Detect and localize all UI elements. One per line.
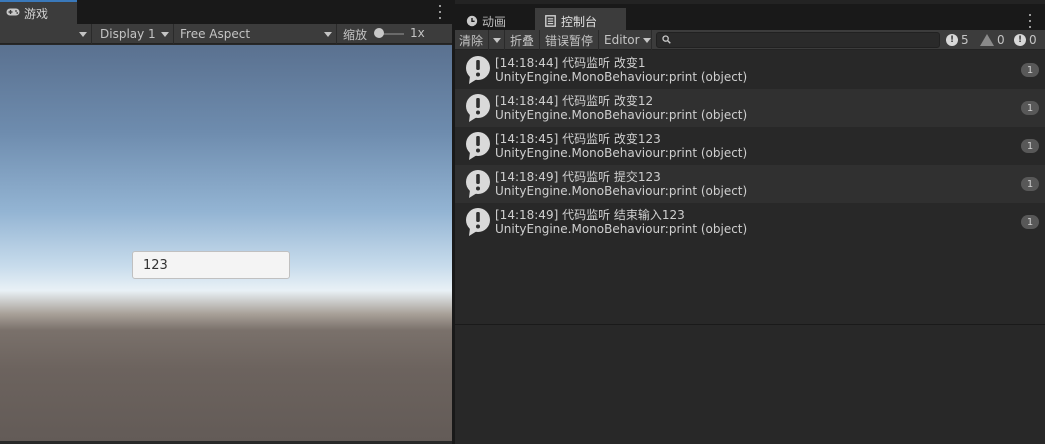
console-more-options-icon[interactable] xyxy=(1028,14,1032,28)
gamepad-icon xyxy=(6,6,20,20)
zoom-value: 1x xyxy=(410,26,425,40)
info-message-icon xyxy=(464,55,492,85)
zoom-label: 缩放 xyxy=(343,28,368,42)
tab-game[interactable]: 游戏 xyxy=(0,0,77,24)
game-viewport: 123 xyxy=(0,45,452,441)
chevron-down-icon xyxy=(642,37,651,43)
chevron-down-icon xyxy=(324,32,332,37)
log-count-badge: 1 xyxy=(1021,215,1039,229)
chevron-down-icon xyxy=(492,37,501,43)
info-count-toggle[interactable]: ! 5 xyxy=(946,30,969,50)
warning-count: 0 xyxy=(997,33,1005,47)
log-detail-area xyxy=(455,325,1045,444)
log-stack-trace: UnityEngine.MonoBehaviour:print (object) xyxy=(495,222,748,236)
console-log-list: [14:18:44] 代码监听 改变1 UnityEngine.MonoBeha… xyxy=(455,51,1045,324)
chevron-down-icon xyxy=(79,32,87,37)
log-entry[interactable]: [14:18:45] 代码监听 改变123 UnityEngine.MonoBe… xyxy=(455,127,1045,165)
editor-dropdown-label: Editor xyxy=(604,33,640,47)
collapse-toggle-label: 折叠 xyxy=(510,33,535,48)
info-count: 5 xyxy=(961,33,969,47)
log-stack-trace: UnityEngine.MonoBehaviour:print (object) xyxy=(495,70,748,84)
log-count-badge: 1 xyxy=(1021,139,1039,153)
display-dropdown-label: Display 1 xyxy=(100,27,156,41)
log-message: [14:18:44] 代码监听 改变1 xyxy=(495,56,646,70)
log-stack-trace: UnityEngine.MonoBehaviour:print (object) xyxy=(495,146,748,160)
log-message: [14:18:49] 代码监听 提交123 xyxy=(495,170,661,184)
clear-options-dropdown[interactable] xyxy=(489,30,505,50)
log-entry[interactable]: [14:18:49] 代码监听 提交123 UnityEngine.MonoBe… xyxy=(455,165,1045,203)
warning-icon xyxy=(980,34,994,46)
collapse-toggle[interactable]: 折叠 xyxy=(506,30,540,50)
clear-button-label: 清除 xyxy=(459,33,484,48)
log-message: [14:18:49] 代码监听 结束输入123 xyxy=(495,208,685,222)
log-count-badge: 1 xyxy=(1021,177,1039,191)
game-input-field[interactable]: 123 xyxy=(132,251,290,279)
zoom-slider-handle[interactable] xyxy=(373,28,384,38)
log-stack-trace: UnityEngine.MonoBehaviour:print (object) xyxy=(495,184,748,198)
tab-game-label: 游戏 xyxy=(24,6,49,21)
info-message-icon xyxy=(464,207,492,237)
error-icon: ! xyxy=(1014,34,1026,46)
error-count-toggle[interactable]: ! 0 xyxy=(1014,30,1037,50)
log-count-badge: 1 xyxy=(1021,63,1039,77)
log-count-badge: 1 xyxy=(1021,101,1039,115)
console-icon xyxy=(545,15,556,27)
aspect-dropdown[interactable]: Free Aspect xyxy=(174,24,337,44)
tab-console-label: 控制台 xyxy=(561,14,598,29)
log-stack-trace: UnityEngine.MonoBehaviour:print (object) xyxy=(495,108,748,122)
clock-icon xyxy=(466,15,478,27)
aspect-dropdown-label: Free Aspect xyxy=(180,27,251,41)
console-tabbar: 动画 控制台 xyxy=(455,0,1045,34)
game-toolbar: Display 1 Free Aspect 缩放 1x xyxy=(0,24,452,44)
chevron-down-icon xyxy=(161,32,169,37)
log-entry[interactable]: [14:18:49] 代码监听 结束输入123 UnityEngine.Mono… xyxy=(455,203,1045,241)
console-toolbar: 清除 折叠 错误暂停 Editor ! 5 0 ! 0 xyxy=(455,30,1045,50)
console-panel: 动画 控制台 清除 折叠 错误暂停 Editor ! 5 0 ! 0 [14:1… xyxy=(455,0,1045,444)
log-entry[interactable]: [14:18:44] 代码监听 改变1 UnityEngine.MonoBeha… xyxy=(455,51,1045,89)
error-count: 0 xyxy=(1029,33,1037,47)
info-message-icon xyxy=(464,169,492,199)
log-entry[interactable]: [14:18:44] 代码监听 改变12 UnityEngine.MonoBeh… xyxy=(455,89,1045,127)
game-view-panel: 游戏 Display 1 Free Aspect 缩放 1x 123 xyxy=(0,0,452,444)
game-mode-dropdown[interactable] xyxy=(0,24,92,44)
error-pause-toggle[interactable]: 错误暂停 xyxy=(541,30,599,50)
console-search-input[interactable] xyxy=(656,32,940,48)
log-message: [14:18:44] 代码监听 改变12 xyxy=(495,94,654,108)
display-dropdown[interactable]: Display 1 xyxy=(92,24,174,44)
warning-count-toggle[interactable]: 0 xyxy=(980,30,1005,50)
search-icon xyxy=(662,35,671,44)
editor-target-dropdown[interactable]: Editor xyxy=(600,30,652,50)
game-more-options-icon[interactable] xyxy=(438,5,442,19)
error-pause-label: 错误暂停 xyxy=(545,33,594,48)
info-message-icon xyxy=(464,131,492,161)
clear-button[interactable]: 清除 xyxy=(455,30,489,50)
game-input-value: 123 xyxy=(143,257,168,273)
info-icon: ! xyxy=(946,34,958,46)
tab-animation-label: 动画 xyxy=(482,14,507,29)
info-message-icon xyxy=(464,93,492,123)
game-tabbar: 游戏 xyxy=(0,0,452,24)
log-message: [14:18:45] 代码监听 改变123 xyxy=(495,132,661,146)
